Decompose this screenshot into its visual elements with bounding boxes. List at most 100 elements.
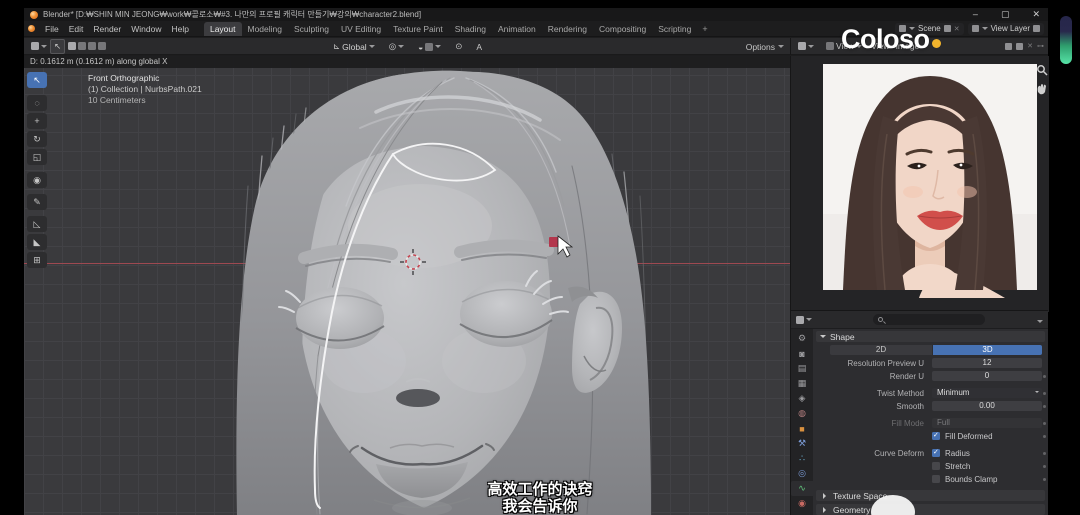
properties-tab-tool[interactable]: ⚙ bbox=[791, 331, 813, 346]
toggle-2d-button[interactable]: 2D bbox=[830, 345, 932, 355]
editor-type-button[interactable] bbox=[796, 315, 812, 324]
open-image-icon[interactable] bbox=[1016, 42, 1024, 50]
tool-button-annotate[interactable]: ✎ bbox=[27, 194, 47, 210]
tool-button-rotate[interactable]: ↻ bbox=[27, 131, 47, 147]
orientation-icon: ⊾ bbox=[333, 41, 341, 51]
subtitle-line-2: 我会告诉你 bbox=[502, 498, 578, 515]
mode-icons[interactable] bbox=[65, 41, 109, 51]
pivot-point-dropdown[interactable]: ◎ bbox=[386, 40, 407, 53]
workspace-tab[interactable]: Shading bbox=[449, 22, 492, 36]
animate-dot[interactable] bbox=[1043, 452, 1046, 455]
snap-target-icon bbox=[425, 42, 434, 51]
workspace-tab[interactable]: Modeling bbox=[242, 22, 289, 36]
properties-tab-output[interactable]: ▤ bbox=[791, 361, 813, 376]
stretch-checkbox[interactable]: ✓ bbox=[932, 462, 940, 470]
dimensions-toggle: 2D 3D bbox=[816, 345, 1045, 355]
menu-item[interactable]: Help bbox=[166, 22, 193, 36]
properties-tab-world[interactable]: ◍ bbox=[791, 406, 813, 421]
properties-tab-render[interactable]: ◙ bbox=[791, 346, 813, 361]
tool-button-move[interactable]: + bbox=[27, 113, 47, 129]
tool-button-select-box[interactable]: ↖ bbox=[27, 72, 47, 88]
workspace-tab[interactable]: Scripting bbox=[652, 22, 697, 36]
maximize-button[interactable]: ▢ bbox=[1001, 8, 1010, 21]
image-icon bbox=[826, 42, 834, 50]
transform-orientation-dropdown[interactable]: ⊾ Global bbox=[330, 40, 378, 53]
search-icon bbox=[878, 317, 883, 322]
viewport-editor-icon bbox=[31, 42, 39, 50]
filter-dropdown-icon[interactable] bbox=[1037, 320, 1043, 326]
smooth-field[interactable]: 0.00 bbox=[932, 401, 1042, 411]
chevron-down-icon bbox=[808, 44, 814, 51]
render-u-field[interactable]: 0 bbox=[932, 371, 1042, 381]
image-editor-icon bbox=[798, 42, 806, 50]
chevron-down-icon bbox=[806, 318, 812, 324]
tool-button-add-cube[interactable]: ⊞ bbox=[27, 252, 47, 268]
menu-item[interactable]: Edit bbox=[64, 22, 89, 36]
properties-tab-view-layer[interactable]: ▦ bbox=[791, 376, 813, 391]
tool-button-measure[interactable]: ◺ bbox=[27, 216, 47, 232]
image-editor[interactable] bbox=[790, 56, 1049, 312]
shape-panel-header[interactable]: Shape bbox=[816, 331, 1045, 342]
animate-dot[interactable] bbox=[1043, 405, 1046, 408]
menu-item[interactable]: File bbox=[40, 22, 64, 36]
tool-button-shear[interactable]: ◣ bbox=[27, 234, 47, 250]
close-button[interactable]: ✕ bbox=[1032, 8, 1040, 21]
workspace-tab[interactable]: UV Editing bbox=[335, 22, 387, 36]
workspace-tab[interactable]: Texture Paint bbox=[387, 22, 449, 36]
add-workspace-button[interactable]: + bbox=[697, 22, 712, 36]
animate-dot[interactable] bbox=[1043, 375, 1046, 378]
properties-tab-modifiers[interactable]: ⚒ bbox=[791, 436, 813, 451]
character-3d-model[interactable] bbox=[24, 56, 790, 515]
workspace-tab[interactable]: Sculpting bbox=[288, 22, 335, 36]
fill-deformed-checkbox[interactable]: ✓ bbox=[932, 432, 940, 440]
character-nose bbox=[396, 389, 440, 407]
select-mode-icon bbox=[68, 42, 77, 50]
properties-tab-object[interactable]: ■ bbox=[791, 421, 813, 436]
menu-item[interactable]: Render bbox=[88, 22, 126, 36]
annotation-tool[interactable]: A bbox=[473, 41, 485, 53]
reference-photo bbox=[791, 56, 1049, 312]
options-label: Options bbox=[745, 41, 775, 52]
editor-type-button[interactable] bbox=[28, 41, 50, 52]
workspace-tabs: Layout Modeling Sculpting UV Editing Texture… bbox=[203, 21, 697, 36]
active-tool-button[interactable]: ↖ bbox=[50, 38, 66, 54]
resolution-preview-row: Resolution Preview U 12 bbox=[816, 358, 1045, 369]
properties-tab-scene[interactable]: ◈ bbox=[791, 391, 813, 406]
viewport-3d[interactable]: D: 0.1612 m (0.1612 m) along global X Fr… bbox=[24, 56, 790, 515]
unlink-scene-icon[interactable]: ✕ bbox=[954, 25, 960, 33]
options-dropdown[interactable]: Options bbox=[746, 38, 784, 55]
editor-type-button[interactable] bbox=[795, 41, 817, 52]
unlink-image-icon[interactable]: ✕ bbox=[1027, 42, 1033, 50]
properties-search-input[interactable] bbox=[873, 314, 985, 325]
radius-checkbox[interactable]: ✓ bbox=[932, 449, 940, 457]
tool-button-scale[interactable]: ◱ bbox=[27, 149, 47, 165]
properties-tab-particles[interactable]: ∴ bbox=[791, 451, 813, 466]
workspace-tab[interactable]: Animation bbox=[492, 22, 542, 36]
proportional-edit-dropdown[interactable]: ⊙ bbox=[452, 40, 465, 53]
new-scene-icon[interactable] bbox=[943, 25, 951, 32]
minimize-button[interactable]: – bbox=[973, 8, 978, 21]
new-view-layer-icon[interactable] bbox=[1033, 25, 1040, 32]
duplicate-image-icon[interactable] bbox=[1005, 42, 1013, 50]
tool-bar: ↖ ◌ + ↻ ◱ ◉ ✎ ◺ ◣ ⊞ bbox=[27, 72, 47, 268]
animate-dot[interactable] bbox=[1043, 392, 1046, 395]
animate-dot[interactable] bbox=[1043, 435, 1046, 438]
menu-item[interactable]: Window bbox=[126, 22, 166, 36]
workspace-tab[interactable]: Layout bbox=[203, 21, 242, 36]
workspace-tab[interactable]: Compositing bbox=[593, 22, 652, 36]
twist-method-dropdown[interactable]: Minimum bbox=[932, 388, 1042, 398]
workspace-tab[interactable]: Rendering bbox=[542, 22, 593, 36]
animate-dot[interactable] bbox=[1043, 465, 1046, 468]
pin-icon[interactable]: ⊶ bbox=[1037, 42, 1044, 50]
toggle-3d-button[interactable]: 3D bbox=[933, 345, 1042, 355]
animate-dot bbox=[1043, 422, 1046, 425]
resolution-preview-field[interactable]: 12 bbox=[932, 358, 1042, 368]
screen: Blender* [D:₩SHIN MIN JEONG₩work₩콜로소₩#3.… bbox=[0, 0, 1080, 515]
view-layer-selector[interactable]: View Layer bbox=[967, 22, 1044, 35]
tool-button-transform[interactable]: ◉ bbox=[27, 172, 47, 188]
text-icon: A bbox=[476, 41, 483, 52]
blender-menu-icon[interactable] bbox=[28, 25, 35, 32]
snap-dropdown[interactable]: ◒ bbox=[415, 41, 444, 53]
tool-button-cursor-3d[interactable]: ◌ bbox=[27, 95, 47, 111]
properties-header bbox=[791, 311, 1048, 329]
